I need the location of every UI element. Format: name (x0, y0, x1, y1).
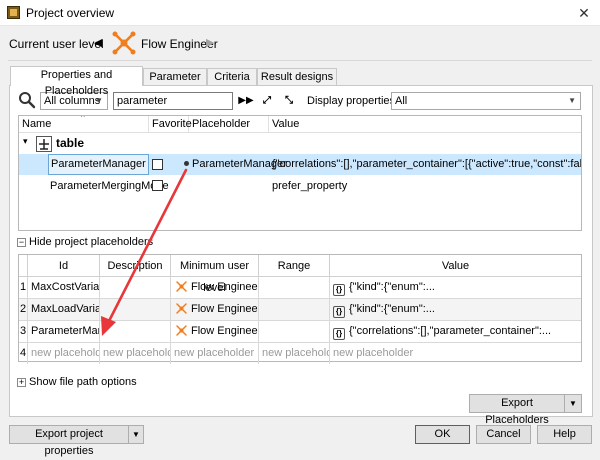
placeholder-level[interactable]: Flow Engineer (171, 299, 259, 320)
new-placeholder-value[interactable]: new placeholder (330, 343, 581, 364)
new-placeholder-id[interactable]: new placeholder (28, 343, 100, 364)
tab-parameter[interactable]: Parameter (143, 68, 207, 85)
row-number: 1 (19, 277, 28, 298)
flow-engineer-icon (112, 31, 136, 55)
row-number: 2 (19, 299, 28, 320)
chevron-down-icon: ▼ (568, 96, 576, 105)
placeholder-range[interactable] (259, 277, 330, 298)
row-number: 4 (19, 343, 28, 364)
flow-engineer-icon (176, 303, 187, 314)
help-button[interactable]: Help (537, 425, 592, 444)
placeholder-description[interactable] (100, 321, 171, 342)
json-value-icon: {} (333, 306, 345, 318)
search-input[interactable] (113, 92, 233, 110)
column-header-value[interactable]: Value (269, 116, 581, 133)
divider (8, 60, 592, 61)
placeholders-table: Id Description Minimum user level Range … (18, 254, 582, 365)
search-icon[interactable] (18, 91, 36, 109)
tab-criteria[interactable]: Criteria (207, 68, 257, 85)
placeholder-value-text: {"kind":{"enum":... (349, 303, 435, 315)
json-value-icon: {} (333, 328, 345, 340)
expand-all-icon[interactable]: ⤢ (259, 93, 275, 109)
placeholder-level-text: Flow Engineer (191, 303, 259, 315)
json-value-icon: {} (333, 284, 345, 296)
tab-properties-placeholders[interactable]: Properties and Placeholders (10, 66, 143, 97)
sort-icon: ^ (81, 115, 85, 122)
chevron-down-icon[interactable]: ▾ (23, 136, 28, 147)
column-header-min-level[interactable]: Minimum user level (171, 255, 259, 294)
app-icon (7, 6, 20, 19)
placeholder-level-text: Flow Engineer (191, 325, 259, 337)
placeholder-value[interactable]: {} {"kind":{"enum":... (330, 277, 581, 298)
placeholder-level-text: Flow Engineer (191, 281, 259, 293)
placeholder-level[interactable]: Flow Engineer (171, 277, 259, 298)
tree-row-name[interactable]: ParameterManager (48, 154, 149, 175)
flow-engineer-icon (176, 325, 187, 336)
properties-tree: Name ^ Favorite Placeholder Value ▾ tabl… (18, 115, 582, 231)
tree-row-value[interactable]: {"correlations":[],"parameter_container"… (272, 154, 581, 175)
collapse-toggle-icon[interactable]: − (17, 238, 26, 247)
collapse-all-icon[interactable]: ⤡ (281, 93, 297, 109)
export-placeholders-button[interactable]: Export Placeholders (469, 394, 564, 426)
chevron-down-icon[interactable]: ▼ (564, 394, 582, 413)
placeholder-value[interactable]: {} {"kind":{"enum":... (330, 299, 581, 320)
new-placeholder-range[interactable]: new placeholder (259, 343, 330, 364)
display-properties-label: Display properties: (307, 95, 399, 107)
favorite-checkbox[interactable] (152, 180, 163, 191)
hide-placeholders-label[interactable]: Hide project placeholders (29, 236, 153, 248)
column-header-value[interactable]: Value (330, 255, 581, 277)
tab-result-designs[interactable]: Result designs (257, 68, 337, 85)
display-properties-value: All (395, 95, 408, 107)
new-placeholder-level[interactable]: new placeholder (171, 343, 259, 364)
cancel-button[interactable]: Cancel (476, 425, 531, 444)
group-label: table (56, 136, 85, 150)
tree-row-value[interactable]: prefer_property (272, 176, 347, 196)
table-row[interactable]: 2 MaxLoadVariant Flow Engineer {} {"kind"… (19, 299, 581, 321)
placeholder-description[interactable] (100, 299, 171, 320)
chevron-down-icon[interactable]: ▼ (128, 425, 144, 444)
placeholder-value-text: {"kind":{"enum":... (349, 281, 435, 293)
placeholder-level[interactable]: Flow Engineer (171, 321, 259, 342)
column-header-id[interactable]: Id (28, 255, 100, 277)
placeholder-id[interactable]: MaxCostVariant (28, 277, 100, 298)
column-header-placeholder[interactable]: Placeholder (189, 116, 269, 133)
file-path-options-label[interactable]: Show file path options (29, 376, 137, 388)
column-header-description[interactable]: Description (100, 255, 171, 277)
export-project-properties-button[interactable]: Export project properties (9, 425, 128, 457)
row-number: 3 (19, 321, 28, 342)
table-row[interactable]: 3 ParameterMan... Flow Engineer {} {"corr… (19, 321, 581, 343)
next-level-icon[interactable]: ▶ (206, 36, 214, 49)
placeholder-id[interactable]: MaxLoadVariant (28, 299, 100, 320)
row-number-header (19, 255, 28, 277)
favorite-checkbox[interactable] (152, 159, 163, 170)
tree-row-name[interactable]: ParameterMergingMode (50, 176, 169, 196)
window-title: Project overview (26, 6, 115, 20)
placeholder-description[interactable] (100, 277, 171, 298)
placeholder-id[interactable]: ParameterMan... (28, 321, 100, 342)
table-icon (36, 136, 52, 152)
placeholder-range[interactable] (259, 299, 330, 320)
column-header-favorite[interactable]: Favorite (149, 116, 192, 133)
placeholder-value[interactable]: {} {"correlations":[],"parameter_containe… (330, 321, 581, 342)
close-icon[interactable]: ✕ (574, 3, 594, 23)
display-properties-select[interactable]: All ▼ (391, 92, 581, 110)
flow-engineer-icon (176, 281, 187, 292)
expand-toggle-icon[interactable]: + (17, 378, 26, 387)
bullet-dot (184, 161, 189, 166)
new-placeholder-description[interactable]: new placeholder (100, 343, 171, 364)
column-header-range[interactable]: Range (259, 255, 330, 277)
table-row[interactable]: 1 MaxCostVariant Flow Engineer {} {"kind"… (19, 277, 581, 299)
new-placeholder-row[interactable]: 4 new placeholder new placeholder new pl… (19, 343, 581, 365)
title-bar: Project overview ✕ (0, 0, 600, 26)
placeholder-range[interactable] (259, 321, 330, 342)
fast-forward-icon[interactable]: ▶▶ (238, 93, 254, 109)
ok-button[interactable]: OK (415, 425, 470, 444)
placeholder-value-text: {"correlations":[],"parameter_container"… (349, 325, 552, 337)
previous-level-icon[interactable]: ◀ (94, 36, 102, 49)
user-level-label: Current user level (9, 37, 104, 51)
